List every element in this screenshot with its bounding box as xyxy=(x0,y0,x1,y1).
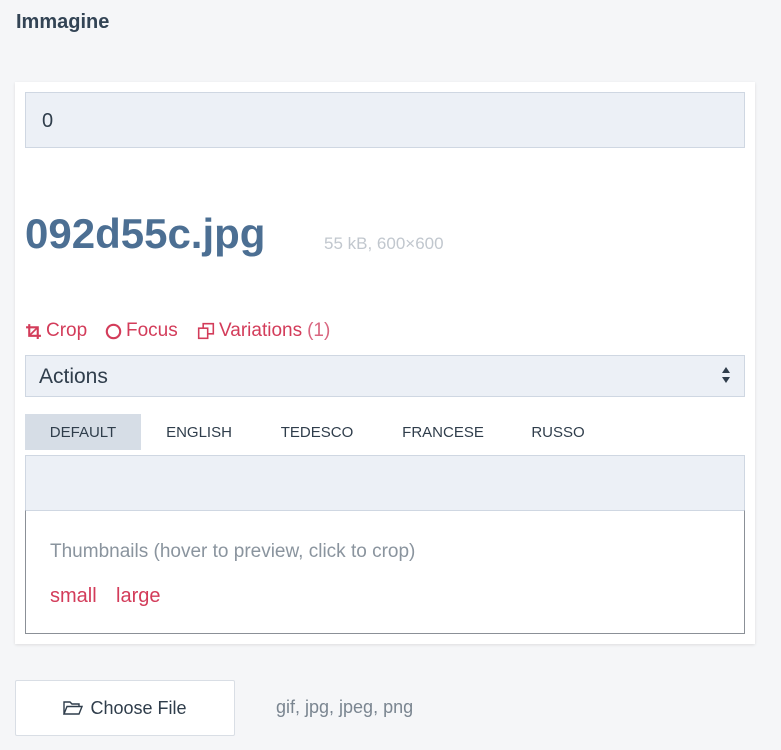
variations-label: Variations xyxy=(219,320,303,341)
caption-input[interactable] xyxy=(25,455,745,510)
variations-icon xyxy=(197,322,215,340)
image-card: 0 092d55c.jpg 55 kB, 600×600 Crop Focus … xyxy=(15,82,755,644)
tab-francese[interactable]: FRANCESE xyxy=(385,414,501,450)
select-arrows-icon xyxy=(722,367,730,383)
tab-default[interactable]: DEFAULT xyxy=(25,414,141,450)
focus-circle-icon xyxy=(105,323,122,339)
section-title: Immagine xyxy=(16,11,110,33)
actions-select-value: Actions xyxy=(39,365,108,388)
crop-button[interactable]: Crop xyxy=(25,320,87,342)
choose-file-label: Choose File xyxy=(90,697,187,718)
focus-label: Focus xyxy=(126,320,178,341)
folder-open-icon xyxy=(63,701,84,715)
focus-button[interactable]: Focus xyxy=(105,320,178,342)
variations-count: (1) xyxy=(307,320,331,341)
language-tabs: DEFAULT ENGLISH TEDESCO FRANCESE RUSSO xyxy=(25,414,745,450)
variations-button[interactable]: Variations (1) xyxy=(197,320,330,342)
tab-russo[interactable]: RUSSO xyxy=(513,414,603,450)
thumbnails-panel: Thumbnails (hover to preview, click to c… xyxy=(25,510,745,634)
tab-english[interactable]: ENGLISH xyxy=(141,414,257,450)
image-file-meta: 55 kB, 600×600 xyxy=(324,234,444,253)
tab-tedesco[interactable]: TEDESCO xyxy=(261,414,373,450)
accepted-file-types: gif, jpg, jpeg, png xyxy=(276,697,414,717)
image-filename-link[interactable]: 092d55c.jpg xyxy=(25,210,265,258)
thumbnails-hint: Thumbnails (hover to preview, click to c… xyxy=(50,541,416,562)
crop-label: Crop xyxy=(46,320,88,341)
alt-text-input[interactable]: 0 xyxy=(25,92,745,148)
thumbnail-link-large[interactable]: large xyxy=(116,585,160,608)
choose-file-button[interactable]: Choose File xyxy=(15,680,235,736)
actions-select[interactable]: Actions xyxy=(25,355,745,397)
thumbnail-link-small[interactable]: small xyxy=(50,585,97,608)
crop-icon xyxy=(26,323,41,339)
